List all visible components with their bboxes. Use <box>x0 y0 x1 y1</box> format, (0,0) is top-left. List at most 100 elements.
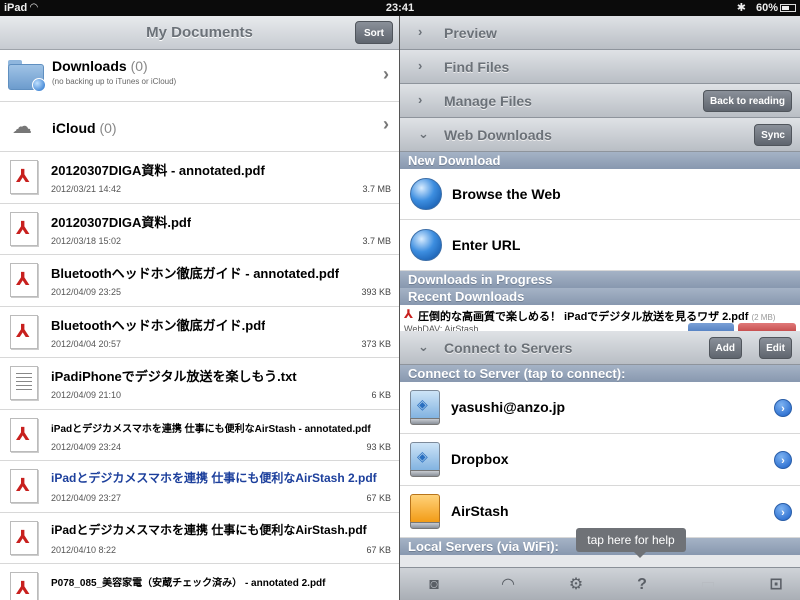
pdf-icon: ⅄ <box>10 314 38 349</box>
section-label: Manage Files <box>444 93 532 109</box>
monitor-icon[interactable]: ▭ <box>694 574 722 596</box>
chevron-down-icon: ⌄ <box>418 126 429 141</box>
file-row-selected[interactable]: ⅄ iPadとデジカメスマホを連携 仕事にも便利なAirStash 2.pdf … <box>0 461 399 513</box>
bottom-toolbar: ◙ ◠ ⚙ ? ▭ ⊡ <box>400 567 800 600</box>
pdf-icon: ⅄ <box>10 469 38 503</box>
recent-downloads-header: Recent Downloads <box>400 288 800 305</box>
edit-servers-button[interactable]: Edit <box>759 337 792 359</box>
tools-pane: › Preview › Find Files › Manage Files Ba… <box>400 16 800 600</box>
file-date: 2012/04/04 20:57 <box>51 338 122 349</box>
chevron-right-icon: › <box>418 92 423 107</box>
file-date: 2012/03/18 15:02 <box>51 235 122 246</box>
section-connect-to-servers[interactable]: ⌄ Connect to Servers Add Edit <box>400 331 800 365</box>
documents-pane: My Documents Sort Downloads (0) (no back… <box>0 16 399 600</box>
file-name: iPadとデジカメスマホを連携 仕事にも便利なAirStash - annota… <box>51 423 371 435</box>
chevron-down-icon: ⌄ <box>418 339 429 354</box>
file-row[interactable]: ⅄ Bluetoothヘッドホン徹底ガイド.pdf 2012/04/04 20:… <box>0 307 399 358</box>
file-name: 20120307DIGA資料 - annotated.pdf <box>51 163 265 178</box>
section-preview[interactable]: › Preview <box>400 16 800 50</box>
file-name: iPadとデジカメスマホを連携 仕事にも便利なAirStash.pdf <box>51 522 367 537</box>
file-date: 2012/03/21 14:42 <box>51 184 122 194</box>
folder-subtitle: (no backing up to iTunes or iCloud) <box>52 77 177 86</box>
recent-file-size: (2 MB) <box>751 313 776 322</box>
file-name: iPadiPhoneでデジタル放送を楽しもう.txt <box>51 369 297 384</box>
file-date: 2012/04/09 23:24 <box>51 441 122 452</box>
folder-name: iCloud <box>52 120 96 136</box>
globe-icon <box>410 229 442 261</box>
file-name: P078_085_美容家電（安蔵チェック済み） - annotated 2.pd… <box>51 578 326 589</box>
help-tooltip: tap here for help <box>576 528 686 552</box>
file-size: 373 KB <box>361 338 391 349</box>
back-to-reading-button[interactable]: Back to reading <box>702 90 792 112</box>
file-size: 67 KB <box>366 544 391 555</box>
lock-icon[interactable]: ⊡ <box>762 574 790 596</box>
section-label: Web Downloads <box>444 127 552 143</box>
server-row[interactable]: ◈ yasushi@anzo.jp › <box>400 382 800 434</box>
status-bar: iPad ◠ 23:41 ✱ 60% <box>0 0 800 16</box>
file-row[interactable]: iPadiPhoneでデジタル放送を楽しもう.txt 2012/04/09 21… <box>0 358 399 410</box>
airstash-icon <box>410 494 440 530</box>
file-size: 3.7 MB <box>362 184 391 194</box>
file-row[interactable]: ⅄ Bluetoothヘッドホン徹底ガイド - annotated.pdf 20… <box>0 255 399 307</box>
pdf-icon: ⅄ <box>10 520 38 555</box>
dropbox-icon: ◈ <box>410 442 440 478</box>
section-web-downloads[interactable]: ⌄ Web Downloads Sync <box>400 118 800 152</box>
file-size: 93 KB <box>366 441 391 452</box>
file-row[interactable]: ⅄ 20120307DIGA資料 - annotated.pdf 2012/03… <box>0 152 399 204</box>
camera-icon[interactable]: ◙ <box>420 574 448 596</box>
page-title: My Documents <box>146 24 253 41</box>
pdf-icon: ⅄ <box>404 307 414 321</box>
sort-button[interactable]: Sort <box>355 21 393 44</box>
file-date: 2012/04/09 23:27 <box>51 493 122 503</box>
file-date: 2012/04/09 21:10 <box>51 390 122 400</box>
cloud-icon: ☁ <box>12 116 32 138</box>
battery-icon <box>780 4 796 12</box>
file-row[interactable]: ⅄ P078_085_美容家電（安蔵チェック済み） - annotated 2.… <box>0 564 399 600</box>
file-row[interactable]: ⅄ 20120307DIGA資料.pdf 2012/03/18 15:02 3.… <box>0 204 399 255</box>
file-name: Bluetoothヘッドホン徹底ガイド.pdf <box>51 317 266 333</box>
tooltip-tail <box>634 552 646 558</box>
section-label: Preview <box>444 25 497 41</box>
new-download-header: New Download <box>400 152 800 169</box>
folder-downloads[interactable]: Downloads (0) (no backing up to iTunes o… <box>0 50 399 102</box>
pdf-icon: ⅄ <box>10 263 38 297</box>
browse-web-row[interactable]: Browse the Web <box>400 169 800 220</box>
sync-button[interactable]: Sync <box>754 124 792 146</box>
chevron-right-icon: › <box>383 64 389 84</box>
wifi-icon[interactable]: ◠ <box>494 574 522 596</box>
file-size: 3.7 MB <box>362 235 391 246</box>
folder-count: (0) <box>130 58 148 74</box>
server-row[interactable]: ◈ Dropbox › <box>400 434 800 486</box>
gear-icon[interactable]: ⚙ <box>562 574 590 596</box>
pdf-icon: ⅄ <box>10 211 38 246</box>
connect-to-server-header: Connect to Server (tap to connect): <box>400 365 800 382</box>
help-icon[interactable]: ? <box>628 574 656 596</box>
enter-url-row[interactable]: Enter URL <box>400 220 800 271</box>
section-find-files[interactable]: › Find Files <box>400 50 800 84</box>
folder-icloud[interactable]: ☁ iCloud (0) › <box>0 102 399 152</box>
downloads-in-progress-header: Downloads in Progress <box>400 271 800 288</box>
folder-count: (0) <box>99 120 117 136</box>
file-date: 2012/04/10 8:22 <box>51 544 117 555</box>
clock: 23:41 <box>385 2 415 14</box>
section-manage-files[interactable]: › Manage Files Back to reading <box>400 84 800 118</box>
server-name: AirStash <box>451 503 509 519</box>
battery-percent: 60% <box>755 2 778 14</box>
section-label: Find Files <box>444 59 510 75</box>
file-row[interactable]: ⅄ iPadとデジカメスマホを連携 仕事にも便利なAirStash - anno… <box>0 410 399 461</box>
browse-web-label: Browse the Web <box>452 186 561 202</box>
bluetooth-icon: ✱ <box>736 2 746 14</box>
file-size: 393 KB <box>361 287 391 297</box>
file-row[interactable]: ⅄ iPadとデジカメスマホを連携 仕事にも便利なAirStash.pdf 20… <box>0 513 399 564</box>
file-date: 2012/04/09 23:25 <box>51 287 122 297</box>
disclosure-icon[interactable]: › <box>774 503 792 521</box>
globe-icon <box>410 178 442 210</box>
enter-url-label: Enter URL <box>452 237 521 253</box>
disclosure-icon[interactable]: › <box>774 399 792 417</box>
section-label: Connect to Servers <box>444 340 573 356</box>
file-name: iPadとデジカメスマホを連携 仕事にも便利なAirStash 2.pdf <box>51 471 377 485</box>
add-server-button[interactable]: Add <box>708 337 742 359</box>
file-name: 20120307DIGA資料.pdf <box>51 214 192 230</box>
documents-header: My Documents Sort <box>0 16 399 50</box>
disclosure-icon[interactable]: › <box>774 451 792 469</box>
